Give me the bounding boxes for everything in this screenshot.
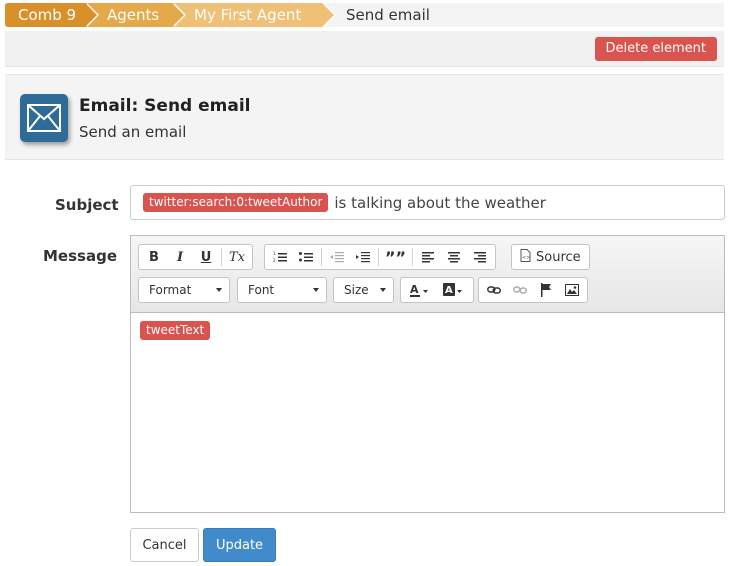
image-icon[interactable] <box>559 279 585 301</box>
size-label: Size <box>344 283 369 297</box>
cancel-button[interactable]: Cancel <box>130 528 199 562</box>
subject-variable-tag[interactable]: twitter:search:0:tweetAuthor <box>143 193 329 212</box>
font-label: Font <box>248 283 275 297</box>
envelope-icon <box>20 94 68 142</box>
basic-styles-group: B I U Tx <box>138 244 253 270</box>
message-label: Message <box>43 247 117 265</box>
decrease-indent-icon[interactable] <box>324 246 350 268</box>
page-title: Email: Send email <box>79 96 251 116</box>
toolbar-separator <box>412 248 414 266</box>
links-group <box>478 277 588 303</box>
message-editor-body[interactable]: tweetText <box>131 313 724 512</box>
breadcrumb: Comb 9 Agents My First Agent Send email <box>5 3 724 27</box>
numbered-list-icon[interactable]: 12 <box>267 246 293 268</box>
element-header: Email: Send email Send an email <box>5 74 724 160</box>
colors-group: A A <box>400 277 474 303</box>
background-color-icon[interactable]: A <box>437 279 471 301</box>
breadcrumb-item-agent[interactable]: My First Agent <box>172 3 336 27</box>
italic-button[interactable]: I <box>167 246 193 268</box>
svg-text:A: A <box>410 283 419 296</box>
message-variable-tag[interactable]: tweetText <box>140 321 211 340</box>
page-subtitle: Send an email <box>79 123 187 141</box>
toolbar-separator <box>221 248 222 266</box>
toolbar-separator <box>321 248 322 266</box>
align-left-icon[interactable] <box>415 246 441 268</box>
subject-label: Subject <box>55 196 119 214</box>
increase-indent-icon[interactable] <box>350 246 376 268</box>
subject-text: is talking about the weather <box>334 193 546 212</box>
subject-input[interactable]: twitter:search:0:tweetAuthor is talking … <box>130 185 725 220</box>
svg-text:2: 2 <box>273 258 276 263</box>
source-icon: <> <box>520 248 531 266</box>
breadcrumb-item-comb[interactable]: Comb 9 <box>5 3 99 27</box>
toolbar-separator <box>378 248 379 266</box>
text-color-icon[interactable]: A <box>403 279 437 301</box>
align-right-icon[interactable] <box>467 246 493 268</box>
bold-button[interactable]: B <box>141 246 167 268</box>
chevron-down-icon <box>313 288 319 292</box>
link-icon[interactable] <box>481 279 507 301</box>
format-dropdown[interactable]: Format <box>138 277 230 303</box>
delete-element-button[interactable]: Delete element <box>594 37 717 61</box>
chevron-down-icon <box>216 288 222 292</box>
bulleted-list-icon[interactable] <box>293 246 319 268</box>
update-button[interactable]: Update <box>203 528 276 562</box>
source-label: Source <box>536 249 581 265</box>
format-label: Format <box>149 283 192 297</box>
chevron-down-icon <box>380 288 386 292</box>
font-dropdown[interactable]: Font <box>237 277 327 303</box>
element-toolbar: Delete element <box>5 31 724 67</box>
blockquote-button[interactable]: ”” <box>381 246 410 268</box>
breadcrumb-current: Send email <box>346 6 430 24</box>
unlink-icon[interactable] <box>507 279 533 301</box>
remove-format-button[interactable]: Tx <box>224 246 250 268</box>
svg-text:1: 1 <box>273 251 276 256</box>
anchor-flag-icon[interactable] <box>533 279 559 301</box>
source-group: <> Source <box>511 244 590 270</box>
align-center-icon[interactable] <box>441 246 467 268</box>
editor-toolbar: B I U Tx 12 ”” <> Source Format Font Siz… <box>131 236 724 313</box>
source-button[interactable]: <> Source <box>514 246 587 268</box>
underline-button[interactable]: U <box>193 246 219 268</box>
svg-text:A: A <box>445 285 453 296</box>
paragraph-group: 12 ”” <box>264 244 497 270</box>
size-dropdown[interactable]: Size <box>333 277 394 303</box>
svg-text:<>: <> <box>522 255 530 261</box>
message-editor: B I U Tx 12 ”” <> Source Format Font Siz… <box>130 235 725 513</box>
